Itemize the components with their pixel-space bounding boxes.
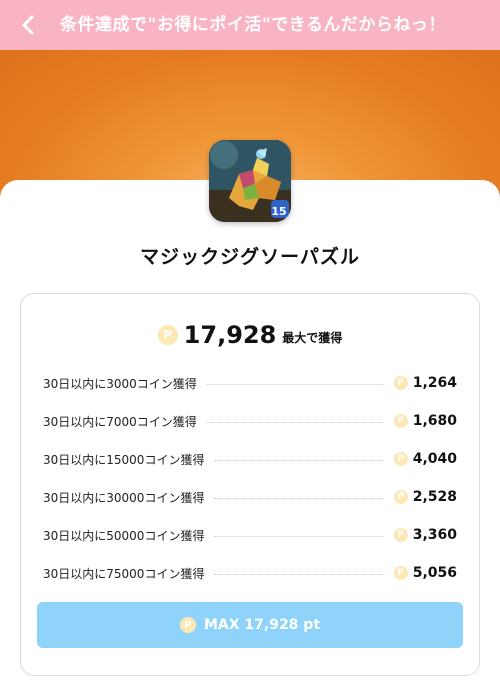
back-button[interactable] <box>14 11 42 39</box>
dotted-leader <box>206 421 384 423</box>
total-reward-value: 17,928 <box>183 321 277 349</box>
max-points-button[interactable]: P MAX 17,928 pt <box>37 602 463 648</box>
app-name: マジックジグソーパズル <box>140 246 360 268</box>
reward-tier-list: 30日以内に3000コイン獲得 P 1,264 30日以内に7000コイン獲得 … <box>43 364 457 592</box>
point-coin-icon: P <box>393 490 408 504</box>
dotted-leader <box>214 497 384 499</box>
tier-points: 3,360 <box>412 527 457 543</box>
point-coin-icon: P <box>393 528 408 542</box>
tier-points: 4,040 <box>412 451 457 467</box>
reward-card: P 17,928 最大で獲得 30日以内に3000コイン獲得 P 1,264 3… <box>20 293 480 676</box>
app-icon-badge: 15 <box>271 205 287 218</box>
point-coin-icon: P <box>393 376 408 390</box>
reward-tier-row: 30日以内に75000コイン獲得 P 5,056 <box>43 554 457 592</box>
dotted-leader <box>214 535 384 537</box>
top-header: 条件達成で"お得にポイ活"できるんだからねっ！ <box>0 0 500 50</box>
reward-tier-row: 30日以内に50000コイン獲得 P 3,360 <box>43 516 457 554</box>
tier-condition: 30日以内に3000コイン獲得 <box>43 376 197 391</box>
point-coin-icon: P <box>393 566 408 580</box>
tier-condition: 30日以内に7000コイン獲得 <box>43 414 197 429</box>
total-reward-suffix: 最大で獲得 <box>282 331 343 345</box>
tier-points: 2,528 <box>412 489 457 505</box>
reward-tier-row: 30日以内に3000コイン獲得 P 1,264 <box>43 364 457 402</box>
tier-points: 1,680 <box>412 413 457 429</box>
tier-condition: 30日以内に15000コイン獲得 <box>43 452 205 467</box>
point-coin-icon: P <box>393 452 408 466</box>
tier-points: 5,056 <box>412 565 457 581</box>
puzzle-app-icon: 15 <box>209 140 291 222</box>
reward-tier-row: 30日以内に15000コイン獲得 P 4,040 <box>43 440 457 478</box>
tier-condition: 30日以内に50000コイン獲得 <box>43 528 205 543</box>
reward-tier-row: 30日以内に7000コイン獲得 P 1,680 <box>43 402 457 440</box>
tier-condition: 30日以内に75000コイン獲得 <box>43 566 205 581</box>
dotted-leader <box>214 573 384 575</box>
dotted-leader <box>214 459 384 461</box>
tier-condition: 30日以内に30000コイン獲得 <box>43 490 205 505</box>
point-coin-icon: P <box>179 617 196 633</box>
point-coin-icon: P <box>393 414 408 428</box>
point-coin-icon: P <box>157 325 178 345</box>
reward-tier-row: 30日以内に30000コイン獲得 P 2,528 <box>43 478 457 516</box>
max-points-button-label: MAX 17,928 pt <box>203 617 321 633</box>
total-reward: P 17,928 最大で獲得 <box>21 320 479 350</box>
dotted-leader <box>206 383 384 385</box>
chevron-left-icon <box>22 15 34 35</box>
header-title: 条件達成で"お得にポイ活"できるんだからねっ！ <box>60 15 446 35</box>
tier-points: 1,264 <box>412 375 457 391</box>
